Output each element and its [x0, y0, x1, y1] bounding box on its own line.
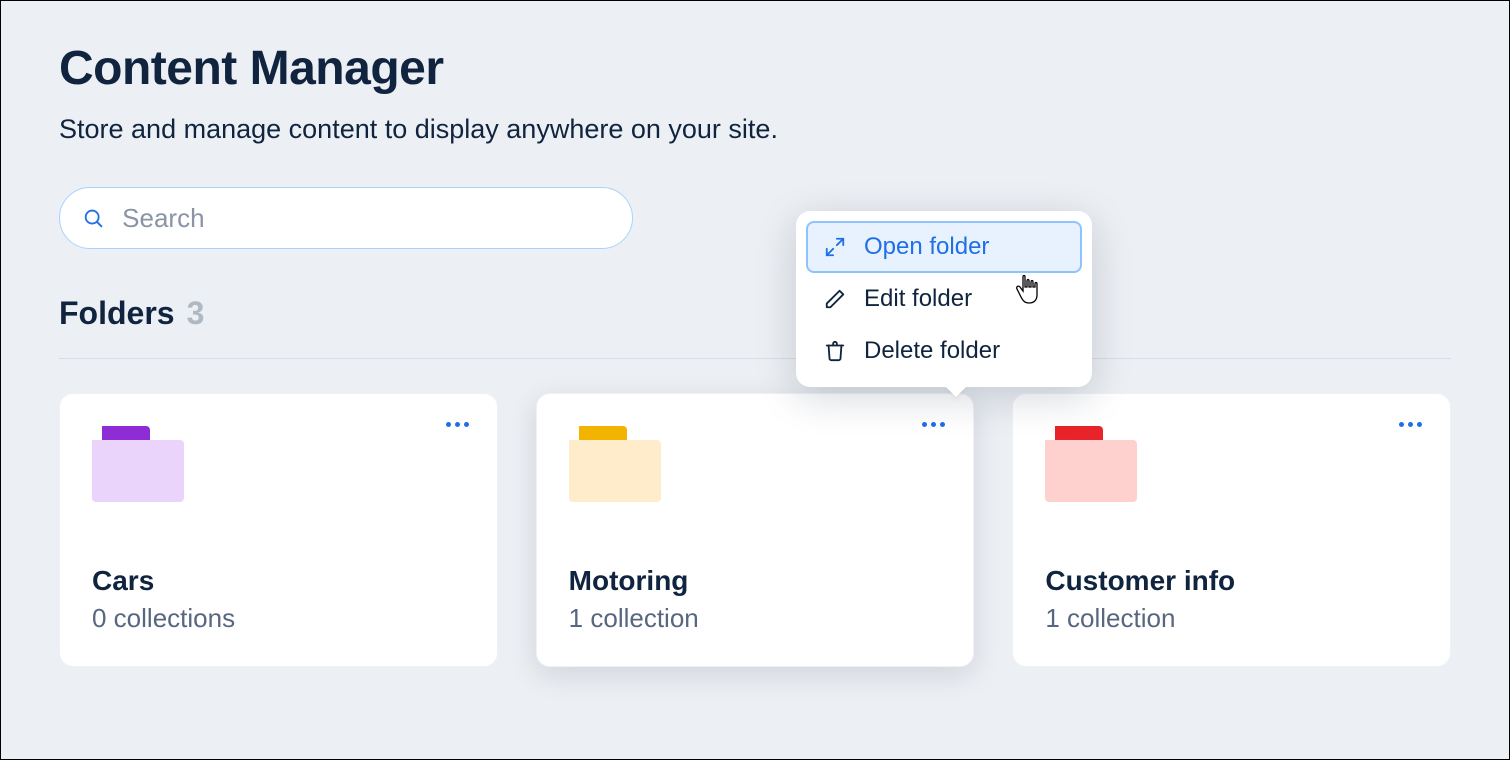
search-field-wrapper[interactable]	[59, 187, 633, 249]
folder-card-meta: 1 collection	[1045, 603, 1418, 634]
menu-item-label: Edit folder	[864, 285, 972, 313]
menu-item-label: Delete folder	[864, 337, 1000, 365]
folders-label: Folders	[59, 295, 175, 332]
folder-card-meta: 0 collections	[92, 603, 465, 634]
folder-card-meta: 1 collection	[569, 603, 942, 634]
folder-card-customer-info[interactable]: Customer info 1 collection	[1012, 393, 1451, 667]
content-manager-page: Content Manager Store and manage content…	[1, 1, 1509, 667]
menu-item-open-folder[interactable]: Open folder	[806, 221, 1082, 273]
folder-card-title: Motoring	[569, 565, 942, 597]
menu-item-label: Open folder	[864, 233, 989, 261]
folder-context-menu: Open folder Edit folder Delete folder	[796, 211, 1092, 387]
expand-icon	[824, 236, 846, 258]
folder-icon	[1045, 426, 1137, 502]
folder-card-cars[interactable]: Cars 0 collections	[59, 393, 498, 667]
folders-header: Folders 3	[59, 295, 1451, 359]
more-options-button[interactable]	[1393, 416, 1428, 433]
pencil-icon	[824, 288, 846, 310]
folder-card-motoring[interactable]: Motoring 1 collection	[536, 393, 975, 667]
more-options-button[interactable]	[440, 416, 475, 433]
search-input[interactable]	[122, 203, 610, 234]
folders-count: 3	[187, 295, 205, 332]
folder-card-title: Cars	[92, 565, 465, 597]
more-options-button[interactable]	[916, 416, 951, 433]
folder-icon	[92, 426, 184, 502]
page-title: Content Manager	[59, 41, 1451, 96]
page-subtitle: Store and manage content to display anyw…	[59, 114, 1451, 145]
trash-icon	[824, 340, 846, 362]
search-icon	[82, 206, 104, 230]
menu-item-delete-folder[interactable]: Delete folder	[806, 325, 1082, 377]
menu-item-edit-folder[interactable]: Edit folder	[806, 273, 1082, 325]
folder-cards-row: Cars 0 collections Motoring 1 collection	[59, 393, 1451, 667]
folder-card-title: Customer info	[1045, 565, 1418, 597]
folder-icon	[569, 426, 661, 502]
